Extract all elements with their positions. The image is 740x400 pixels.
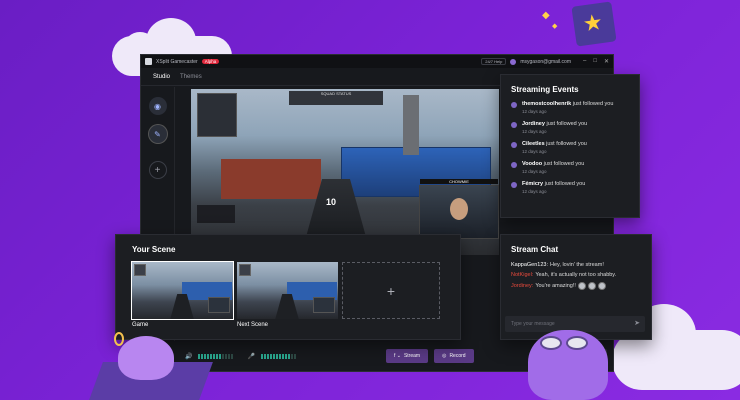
stream-label: Stream: [403, 353, 421, 359]
emote-icon: [577, 282, 586, 290]
preview-scenery: [403, 95, 419, 155]
event-action: just followed you: [542, 161, 585, 167]
chat-user[interactable]: NotKigel:: [511, 272, 533, 278]
event-time: 12 days ago: [522, 169, 547, 174]
list-item[interactable]: themostcoolhenrik just followed you 12 d…: [511, 101, 629, 114]
record-icon: ◎: [442, 353, 447, 359]
avatar[interactable]: [510, 58, 517, 65]
chat-user[interactable]: Jordiney:: [511, 283, 533, 289]
close-icon[interactable]: ✕: [604, 58, 609, 65]
list-item[interactable]: Cileetles just followed you 12 days ago: [511, 141, 629, 154]
source-mic-button[interactable]: ✎: [148, 125, 167, 143]
event-time: 12 days ago: [522, 189, 547, 194]
person-icon: [511, 122, 517, 128]
list-item[interactable]: Jordiney just followed you 12 days ago: [511, 121, 629, 134]
hud-health: [197, 205, 235, 223]
scene-label-game: Game: [132, 322, 149, 328]
source-camera-button[interactable]: ◉: [148, 97, 167, 115]
add-source-button[interactable]: +: [148, 161, 167, 179]
app-logo-icon: [145, 58, 152, 65]
event-user: Cileetles: [522, 141, 545, 147]
chat-text: Hey, lovin' the stream!: [550, 262, 604, 268]
ammo-counter: 10: [326, 197, 337, 207]
event-action: just followed you: [543, 181, 586, 187]
event-time: 12 days ago: [522, 109, 547, 114]
streaming-events-title: Streaming Events: [511, 85, 579, 94]
app-name: XSplit Gamecaster: [156, 58, 198, 65]
scene-label-next: Next Scene: [237, 322, 269, 328]
webcam-overlay[interactable]: CHOWMIE: [419, 179, 499, 239]
maximize-icon[interactable]: □: [593, 58, 597, 65]
mic-level-meter: [260, 353, 296, 359]
account-email[interactable]: msygason@gmail.com: [520, 59, 571, 65]
webcam-person: [450, 198, 468, 220]
stream-chat-title: Stream Chat: [511, 245, 559, 254]
emote-icon: [587, 282, 596, 290]
microphone-icon[interactable]: 🎤: [247, 353, 254, 360]
event-time: 12 days ago: [522, 149, 547, 154]
tab-studio[interactable]: Studio: [153, 74, 170, 80]
add-scene-button[interactable]: +: [342, 262, 440, 319]
emote-icon: [597, 282, 606, 290]
mascot-decoration: [524, 322, 616, 400]
event-user: Fémicry: [522, 181, 544, 187]
chat-message: Jordiney: You're amazing!!: [511, 282, 641, 290]
event-action: just followed you: [571, 101, 614, 107]
event-time: 12 days ago: [522, 129, 547, 134]
star-icon: ★: [581, 8, 605, 37]
chat-message: KappaGen123: Hey, lovin' the stream!: [511, 262, 641, 268]
stream-preview[interactable]: 10 SQUAD STATUS CHOWMIE: [191, 89, 499, 255]
list-item[interactable]: Voodoo just followed you 12 days ago: [511, 161, 629, 174]
chat-text: Yeah, it's actually not too shabby.: [535, 272, 617, 278]
hud-squad-status: SQUAD STATUS: [289, 91, 383, 105]
hud-player-frame: [197, 93, 237, 137]
title-bar: XSplit Gamecaster Alpha 24/7 Help msygas…: [141, 55, 613, 68]
star-box-decoration: ★: [571, 1, 617, 47]
webcam-label: CHOWMIE: [420, 179, 498, 184]
person-icon: [511, 182, 517, 188]
preview-scenery: [221, 159, 321, 199]
event-action: just followed you: [544, 141, 587, 147]
tab-themes[interactable]: Themes: [180, 74, 202, 80]
chat-text: You're amazing!!: [535, 283, 576, 289]
scene-panel: Your Scene + Game Next Scene: [115, 234, 461, 340]
event-action: just followed you: [544, 121, 588, 127]
sparkle-icon: ◆: [542, 10, 550, 21]
list-item[interactable]: Fémicry just followed you 12 days ago: [511, 181, 629, 194]
scene-panel-title: Your Scene: [132, 245, 176, 254]
person-icon: [511, 102, 517, 108]
minimize-icon[interactable]: –: [583, 58, 586, 65]
help-button[interactable]: 24/7 Help: [481, 58, 507, 65]
plus-icon: +: [154, 164, 161, 176]
stream-platform-icon: f ⌄: [393, 353, 401, 359]
mascot-decoration: [89, 332, 213, 400]
event-user: Jordiney: [522, 121, 545, 127]
alpha-badge: Alpha: [201, 59, 220, 64]
record-button[interactable]: ◎ Record: [434, 349, 474, 363]
send-icon[interactable]: ➤: [634, 319, 640, 327]
camera-icon: ◉: [154, 101, 161, 111]
person-icon: [511, 162, 517, 168]
microphone-icon: ✎: [154, 129, 161, 139]
record-label: Record: [449, 353, 466, 359]
chat-user[interactable]: KappaGen123:: [511, 262, 548, 268]
scene-thumbnail-next[interactable]: [237, 262, 338, 319]
stream-button[interactable]: f ⌄ Stream: [385, 349, 429, 363]
event-user: themostcoolhenrik: [522, 101, 572, 107]
sparkle-icon: ◆: [552, 23, 558, 30]
chat-message: NotKigel: Yeah, it's actually not too sh…: [511, 272, 641, 278]
streaming-events-panel: Streaming Events themostcoolhenrik just …: [500, 74, 640, 218]
event-user: Voodoo: [522, 161, 543, 167]
person-icon: [511, 142, 517, 148]
plus-icon: +: [386, 282, 396, 299]
scene-thumbnail-game[interactable]: [131, 261, 234, 320]
